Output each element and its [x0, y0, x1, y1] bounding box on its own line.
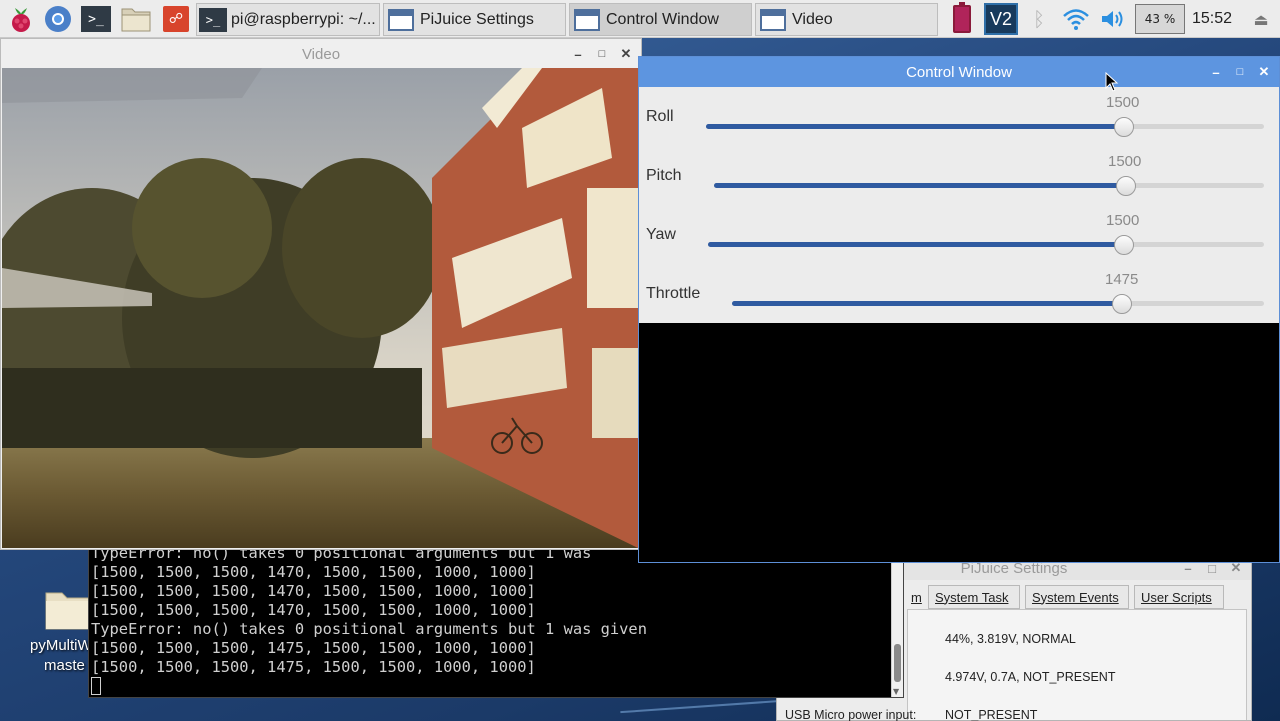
minimize-button[interactable]: – [1207, 63, 1225, 81]
yaw-slider-fill [708, 242, 1123, 247]
clock[interactable]: 15:52 [1192, 10, 1232, 28]
minimize-button[interactable]: – [569, 45, 587, 63]
video-titlebar[interactable]: Video – □ ✕ [1, 39, 641, 69]
raspberry-menu-icon[interactable] [6, 4, 36, 34]
yaw-value: 1500 [1106, 212, 1140, 229]
task-terminal-label: pi@raspberrypi: ~/... [231, 10, 376, 28]
taskbar: >_ ☍ >_ pi@raspberrypi: ~/... PiJuice Se… [0, 0, 1280, 38]
tab-system-task[interactable]: System Task [928, 585, 1020, 609]
roll-value: 1500 [1106, 94, 1140, 111]
terminal-line: [1500, 1500, 1500, 1470, 1500, 1500, 100… [91, 563, 536, 581]
terminal-line: [1500, 1500, 1500, 1470, 1500, 1500, 100… [91, 582, 536, 600]
wifi-icon[interactable] [1061, 4, 1091, 34]
close-button[interactable]: ✕ [617, 45, 635, 63]
window-icon [388, 8, 414, 31]
terminal-line: [1500, 1500, 1500, 1470, 1500, 1500, 100… [91, 601, 536, 619]
pitch-slider[interactable] [714, 183, 1264, 188]
terminal-line: [1500, 1500, 1500, 1475, 1500, 1500, 100… [91, 639, 536, 657]
scrollbar-thumb[interactable] [894, 644, 901, 682]
gpio-power-status: 4.974V, 0.7A, NOT_PRESENT [945, 670, 1116, 684]
vnc-label: V2 [984, 3, 1018, 35]
task-control-label: Control Window [606, 10, 719, 28]
chromium-browser-icon[interactable] [43, 4, 73, 34]
terminal-icon: >_ [199, 7, 227, 32]
usb-power-label: USB Micro power input: [785, 708, 917, 721]
folder-icon [45, 592, 93, 630]
task-control-window[interactable]: Control Window [569, 3, 752, 36]
eject-icon[interactable]: ⏏ [1246, 4, 1276, 34]
roll-slider-handle[interactable] [1114, 117, 1134, 137]
control-title: Control Window [906, 63, 1012, 81]
roll-slider[interactable] [706, 124, 1264, 129]
window-icon [760, 8, 786, 31]
throttle-value: 1475 [1105, 271, 1139, 288]
terminal-launcher-icon[interactable]: >_ [81, 4, 111, 34]
yaw-label: Yaw [646, 226, 676, 243]
yaw-slider-handle[interactable] [1114, 235, 1134, 255]
terminal-cursor [91, 677, 101, 695]
pitch-label: Pitch [646, 167, 682, 184]
close-button[interactable]: ✕ [1255, 63, 1273, 81]
terminal-scrollbar[interactable]: ▼ [891, 546, 903, 697]
cpu-monitor[interactable]: 43 % [1135, 4, 1185, 34]
maximize-button[interactable]: □ [593, 45, 611, 63]
roll-label: Roll [646, 108, 674, 125]
folder-label-line1: pyMultiW [30, 637, 92, 654]
pitch-slider-row: Pitch 1500 [639, 146, 1279, 205]
folder-label-line2: maste [44, 657, 85, 674]
control-window: Control Window – □ ✕ Roll 1500 Pitch 150… [638, 56, 1280, 563]
file-manager-icon[interactable] [121, 4, 151, 34]
volume-icon[interactable] [1098, 4, 1128, 34]
throttle-slider-fill [732, 301, 1122, 306]
scroll-down-arrow[interactable]: ▼ [893, 687, 899, 696]
window-icon [574, 8, 600, 31]
battery-status: 44%, 3.819V, NORMAL [945, 632, 1076, 646]
throttle-slider[interactable] [732, 301, 1264, 306]
sliders-panel: Roll 1500 Pitch 1500 Yaw 1500 Throttle 1… [639, 87, 1279, 323]
throttle-label: Throttle [646, 285, 701, 302]
terminal-line: TypeError: no() takes 0 positional argum… [91, 620, 647, 638]
pitch-slider-handle[interactable] [1116, 176, 1136, 196]
pitch-slider-fill [714, 183, 1125, 188]
tab-user-scripts[interactable]: User Scripts [1134, 585, 1224, 609]
yaw-slider-row: Yaw 1500 [639, 205, 1279, 264]
bluetooth-icon[interactable]: ᛒ [1024, 4, 1054, 34]
roll-slider-row: Roll 1500 [639, 87, 1279, 146]
yaw-slider[interactable] [708, 242, 1264, 247]
throttle-slider-row: Throttle 1475 [639, 264, 1279, 323]
pitch-value: 1500 [1108, 153, 1142, 170]
mouse-cursor [1105, 72, 1119, 92]
tab-m[interactable]: m [905, 585, 927, 609]
terminal-line: [1500, 1500, 1500, 1475, 1500, 1500, 100… [91, 658, 536, 676]
vnc-icon[interactable]: V2 [984, 3, 1018, 35]
control-titlebar[interactable]: Control Window – □ ✕ [639, 57, 1279, 87]
video-scene [2, 68, 638, 548]
camera-video-feed [2, 68, 638, 548]
battery-icon[interactable] [947, 2, 977, 34]
throttle-slider-handle[interactable] [1112, 294, 1132, 314]
maximize-button[interactable]: □ [1231, 63, 1249, 81]
task-pijuice-label: PiJuice Settings [420, 10, 534, 28]
usb-power-value: NOT_PRESENT [945, 708, 1038, 721]
task-pijuice-settings[interactable]: PiJuice Settings [383, 3, 566, 36]
mathematica-icon[interactable]: ☍ [161, 4, 191, 34]
task-video-label: Video [792, 10, 833, 28]
pijuice-panel [907, 609, 1247, 720]
task-terminal[interactable]: >_ pi@raspberrypi: ~/... [196, 3, 380, 36]
tab-system-events[interactable]: System Events [1025, 585, 1129, 609]
roll-slider-fill [706, 124, 1123, 129]
task-video[interactable]: Video [755, 3, 938, 36]
video-title: Video [301, 45, 341, 63]
